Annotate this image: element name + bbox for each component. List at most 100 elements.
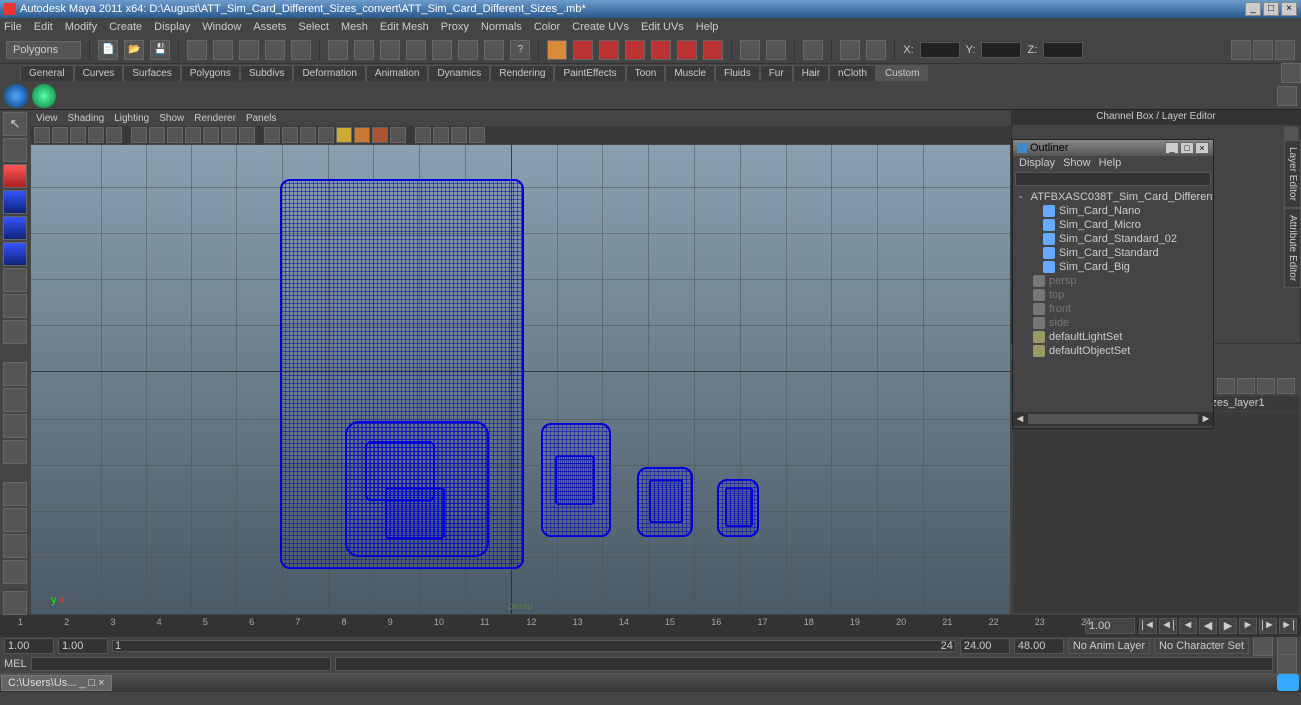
panel-high-quality[interactable] bbox=[354, 127, 370, 143]
snap-plane-button[interactable] bbox=[406, 40, 426, 60]
anim-end-field[interactable]: 48.00 bbox=[1014, 638, 1064, 654]
outliner-item-top[interactable]: top bbox=[1015, 288, 1211, 302]
outliner-item-root[interactable]: -ATFBXASC038T_Sim_Card_Different_Sizes bbox=[1015, 190, 1211, 204]
rotate-tool[interactable] bbox=[3, 216, 27, 240]
layout-outliner-button[interactable] bbox=[3, 508, 27, 532]
shelf-tab-fluids[interactable]: Fluids bbox=[715, 65, 760, 81]
move-tool[interactable] bbox=[3, 190, 27, 214]
shelf-tab-animation[interactable]: Animation bbox=[366, 65, 428, 81]
channelbox-icon1[interactable] bbox=[1284, 127, 1298, 141]
outliner-item-big[interactable]: Sim_Card_Big bbox=[1015, 260, 1211, 274]
side-tab-attribute-editor[interactable]: Attribute Editor bbox=[1284, 208, 1301, 288]
cancel-render-button[interactable] bbox=[677, 40, 697, 60]
select-tool[interactable]: ↖ bbox=[3, 112, 27, 136]
shelf-tab-surfaces[interactable]: Surfaces bbox=[123, 65, 180, 81]
layout-custom-button[interactable] bbox=[3, 560, 27, 584]
outliner-menu-show[interactable]: Show bbox=[1063, 157, 1091, 169]
render-frame-button[interactable] bbox=[547, 40, 567, 60]
panel-bookmark[interactable] bbox=[70, 127, 86, 143]
layout-two-v-button[interactable] bbox=[3, 440, 27, 464]
snap-live-button[interactable] bbox=[432, 40, 452, 60]
snap-curve-button[interactable] bbox=[354, 40, 374, 60]
history-button[interactable] bbox=[484, 40, 504, 60]
taskbar-item[interactable]: C:\Users\Us... _ □ × bbox=[1, 675, 112, 691]
hypergraph-button[interactable] bbox=[840, 40, 860, 60]
playback-end-field[interactable]: 24.00 bbox=[960, 638, 1010, 654]
current-time-field[interactable]: 1.00 bbox=[1085, 618, 1135, 634]
quick-select-button[interactable] bbox=[803, 40, 823, 60]
outliner-hscroll[interactable]: ◄ ► bbox=[1013, 412, 1213, 426]
panel-isolate-select[interactable] bbox=[415, 127, 431, 143]
layout-graph-button[interactable] bbox=[3, 534, 27, 558]
character-set-dropdown[interactable]: No Character Set bbox=[1154, 638, 1249, 654]
outliner-item-objectset[interactable]: defaultObjectSet bbox=[1015, 344, 1211, 358]
lasso-tool[interactable] bbox=[3, 138, 27, 162]
viewport-object-sim-card-micro[interactable] bbox=[637, 467, 693, 537]
anim-start-field[interactable]: 1.00 bbox=[4, 638, 54, 654]
outliner-body[interactable]: -ATFBXASC038T_Sim_Card_Different_Sizes S… bbox=[1013, 188, 1213, 412]
anim-layer-dropdown[interactable]: No Anim Layer bbox=[1068, 638, 1150, 654]
layout-single-button[interactable] bbox=[3, 362, 27, 386]
menu-color[interactable]: Color bbox=[534, 21, 560, 33]
toolsettings-toggle[interactable] bbox=[1253, 40, 1273, 60]
select-component-button[interactable] bbox=[291, 40, 311, 60]
channelbox-toggle[interactable] bbox=[1231, 40, 1251, 60]
construction-history-toggle[interactable] bbox=[766, 40, 786, 60]
panel-menu-show[interactable]: Show bbox=[159, 113, 184, 124]
menu-modify[interactable]: Modify bbox=[65, 21, 97, 33]
menu-proxy[interactable]: Proxy bbox=[441, 21, 469, 33]
panel-field-chart[interactable] bbox=[203, 127, 219, 143]
script-editor-button2[interactable] bbox=[1277, 654, 1297, 674]
menu-create[interactable]: Create bbox=[109, 21, 142, 33]
shelf-icon-2[interactable] bbox=[32, 84, 56, 108]
menu-mesh[interactable]: Mesh bbox=[341, 21, 368, 33]
scroll-track[interactable] bbox=[1028, 414, 1198, 424]
step-back-key-button[interactable]: ◄| bbox=[1159, 618, 1177, 634]
prefs-button[interactable] bbox=[1277, 636, 1297, 656]
panel-2d-pan[interactable] bbox=[106, 127, 122, 143]
viewport-object-sim-card-standard[interactable] bbox=[541, 423, 611, 537]
help-button[interactable]: ? bbox=[510, 40, 530, 60]
viewport-object-sim-card-big[interactable] bbox=[280, 179, 524, 569]
outliner-item-front[interactable]: front bbox=[1015, 302, 1211, 316]
render-region-button[interactable] bbox=[599, 40, 619, 60]
scroll-left-icon[interactable]: ◄ bbox=[1013, 413, 1027, 425]
shelf-tab-general[interactable]: General bbox=[20, 65, 74, 81]
layer-assign-button[interactable] bbox=[1277, 378, 1295, 394]
range-bar[interactable]: 1 24 bbox=[112, 640, 956, 652]
shelf-tab-hair[interactable]: Hair bbox=[793, 65, 829, 81]
outliner-item-persp[interactable]: persp bbox=[1015, 274, 1211, 288]
panel-gamma[interactable] bbox=[451, 127, 467, 143]
manipulator-tool[interactable] bbox=[3, 268, 27, 292]
shelf-tab-custom[interactable]: Custom bbox=[876, 65, 928, 81]
outliner-item-standard02[interactable]: Sim_Card_Standard_02 bbox=[1015, 232, 1211, 246]
script-editor-button[interactable] bbox=[3, 591, 27, 615]
panel-wireframe[interactable] bbox=[264, 127, 280, 143]
outliner-max-button[interactable]: □ bbox=[1180, 142, 1194, 154]
side-tab-layer-editor[interactable]: Layer Editor bbox=[1284, 140, 1301, 208]
panel-safe-action[interactable] bbox=[221, 127, 237, 143]
panel-film-gate[interactable] bbox=[149, 127, 165, 143]
open-scene-button[interactable]: 📂 bbox=[124, 40, 144, 60]
viewport-persp[interactable]: y x persp bbox=[31, 145, 1010, 614]
outliner-menu-help[interactable]: Help bbox=[1099, 157, 1122, 169]
panel-resolution-gate[interactable] bbox=[167, 127, 183, 143]
command-input[interactable] bbox=[31, 657, 331, 671]
shelf-tab-polygons[interactable]: Polygons bbox=[181, 65, 240, 81]
attributeeditor-toggle[interactable] bbox=[1275, 40, 1295, 60]
coord-y-input[interactable] bbox=[981, 42, 1021, 58]
scroll-right-icon[interactable]: ► bbox=[1199, 413, 1213, 425]
menu-set-dropdown[interactable]: Polygons bbox=[6, 41, 81, 59]
panel-safe-title[interactable] bbox=[239, 127, 255, 143]
new-scene-button[interactable]: 📄 bbox=[98, 40, 118, 60]
shelf-icon-1[interactable] bbox=[4, 84, 28, 108]
layout-persp-button[interactable] bbox=[3, 482, 27, 506]
taskbar-item-min[interactable]: _ □ × bbox=[79, 677, 104, 689]
go-end-button[interactable]: ►| bbox=[1279, 618, 1297, 634]
menu-edit[interactable]: Edit bbox=[34, 21, 53, 33]
auto-key-button[interactable] bbox=[1253, 636, 1273, 656]
panel-smooth-shade[interactable] bbox=[282, 127, 298, 143]
shelf-tab-muscle[interactable]: Muscle bbox=[665, 65, 715, 81]
soft-mod-tool[interactable] bbox=[3, 294, 27, 318]
panel-select-camera[interactable] bbox=[34, 127, 50, 143]
